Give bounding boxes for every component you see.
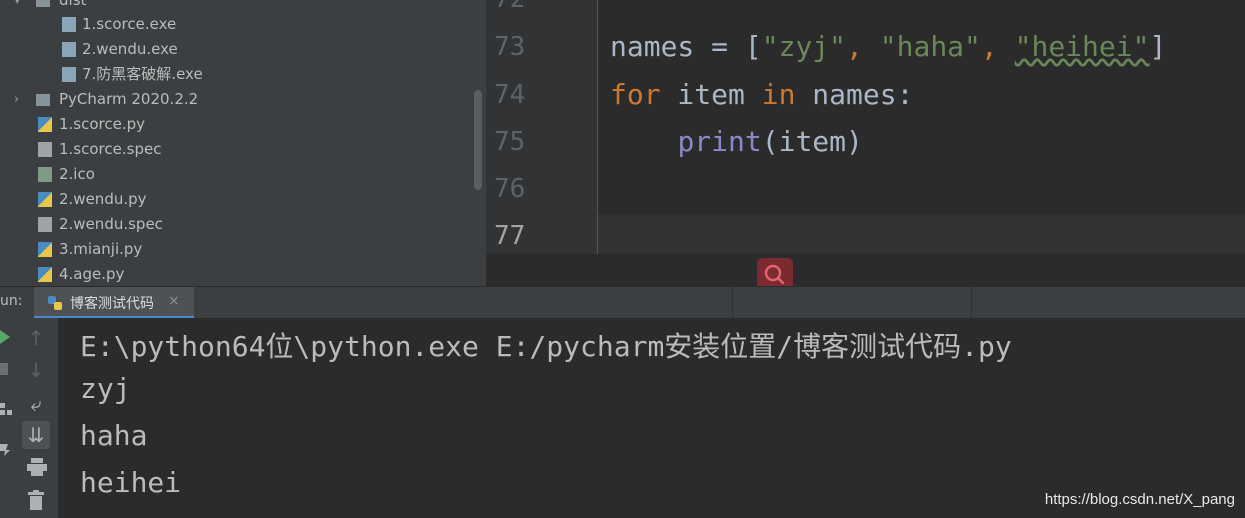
tree-item-label: 7.防黑客破解.exe	[82, 65, 203, 83]
python-file-icon	[38, 192, 52, 207]
console-line-command: E:\python64位\python.exe E:/pycharm安装位置/博…	[80, 330, 1012, 363]
exe-file-icon	[62, 67, 76, 82]
string-literal: "zyj"	[761, 30, 847, 63]
python-file-icon	[38, 117, 52, 132]
tree-item-label: 1.scorce.exe	[82, 15, 177, 33]
close-icon[interactable]: ×	[168, 293, 180, 309]
run-label: un:	[0, 293, 23, 309]
tree-item-label: 2.ico	[59, 165, 95, 183]
watermark-text: https://blog.csdn.net/X_pang	[1044, 491, 1235, 508]
code-token: [	[744, 30, 762, 63]
exe-file-icon	[62, 17, 76, 32]
python-file-icon	[38, 267, 52, 282]
project-tree-panel: ▾ dist 1.scorce.exe 2.wendu.exe 7.防黑客破解.…	[0, 0, 486, 286]
run-tab-title[interactable]: 博客测试代码	[70, 293, 154, 313]
builtin-function: print	[677, 125, 762, 158]
trash-icon[interactable]	[28, 490, 44, 510]
line-number: 74	[494, 80, 526, 110]
pin-icon[interactable]	[0, 442, 12, 456]
line-number: 72	[494, 0, 554, 14]
code-token: names:	[795, 78, 914, 111]
string-literal-typo: "heihei"	[1014, 30, 1150, 63]
text-file-icon	[38, 217, 52, 232]
tree-item-label: 2.wendu.exe	[82, 40, 178, 58]
code-token: item	[660, 78, 762, 111]
folder-icon	[36, 94, 50, 106]
soft-wrap-icon[interactable]: ⤶	[22, 390, 50, 418]
line-number: 75	[494, 127, 526, 157]
console-line: zyj	[80, 372, 131, 405]
run-tool-window-header: un: 博客测试代码 ×	[0, 286, 1245, 319]
tree-item-label: 3.mianji.py	[59, 240, 143, 258]
line-number: 76	[494, 174, 526, 204]
string-literal: "haha"	[879, 30, 981, 63]
python-icon	[48, 296, 62, 310]
python-file-icon	[38, 242, 52, 257]
console-line: haha	[80, 419, 148, 452]
code-editor[interactable]: 72 73 74 75 76 77 names = ["zyj", "haha"…	[486, 0, 1245, 286]
play-icon[interactable]	[0, 330, 10, 344]
code-token: ]	[1149, 30, 1167, 63]
text-file-icon	[38, 142, 52, 157]
tree-item-label: 2.wendu.py	[59, 190, 147, 208]
tree-item-label: 1.scorce.spec	[59, 140, 162, 158]
code-token: (item)	[761, 125, 863, 158]
scroll-to-end-icon[interactable]: ⇊	[22, 421, 50, 449]
image-file-icon	[38, 167, 52, 182]
arrow-up-icon[interactable]: ↑	[22, 324, 50, 352]
console-output[interactable]: E:\python64位\python.exe E:/pycharm安装位置/博…	[58, 318, 1245, 518]
tree-scrollbar[interactable]	[474, 90, 482, 190]
tree-item-label: 1.scorce.py	[59, 115, 146, 133]
folder-icon	[36, 0, 50, 7]
code-token: =	[694, 30, 745, 63]
keyword: in	[761, 78, 796, 111]
line-number: 73	[494, 32, 526, 62]
editor-bottom-area	[486, 254, 1245, 286]
chevron-down-icon[interactable]: ▾	[14, 0, 21, 13]
exe-file-icon	[62, 42, 76, 57]
print-icon[interactable]	[27, 458, 47, 476]
chevron-right-icon[interactable]: ›	[14, 87, 19, 112]
layout-icon[interactable]	[0, 403, 12, 415]
console-line: heihei	[80, 466, 182, 499]
code-token: names	[610, 30, 695, 63]
keyword: for	[610, 78, 661, 111]
stop-icon[interactable]	[0, 363, 10, 375]
code-line-74: for item in names:	[610, 78, 913, 111]
run-action-strip	[0, 318, 14, 518]
tree-item-label: 4.age.py	[59, 265, 125, 283]
code-line-75: print(item)	[610, 125, 863, 158]
arrow-down-icon[interactable]: ↓	[22, 356, 50, 384]
divider	[971, 287, 972, 318]
code-token: ,	[846, 30, 880, 63]
code-token: ,	[980, 30, 1015, 63]
current-line-highlight	[598, 214, 1245, 254]
console-toolbar: ↑ ↓ ⤶ ⇊	[14, 318, 59, 518]
line-number-current: 77	[494, 221, 526, 251]
tree-item-label: PyCharm 2020.2.2	[59, 90, 199, 108]
code-line-73: names = ["zyj", "haha", "heihei"]	[610, 30, 1166, 63]
divider	[732, 287, 733, 318]
tree-item-label: 2.wendu.spec	[59, 215, 163, 233]
